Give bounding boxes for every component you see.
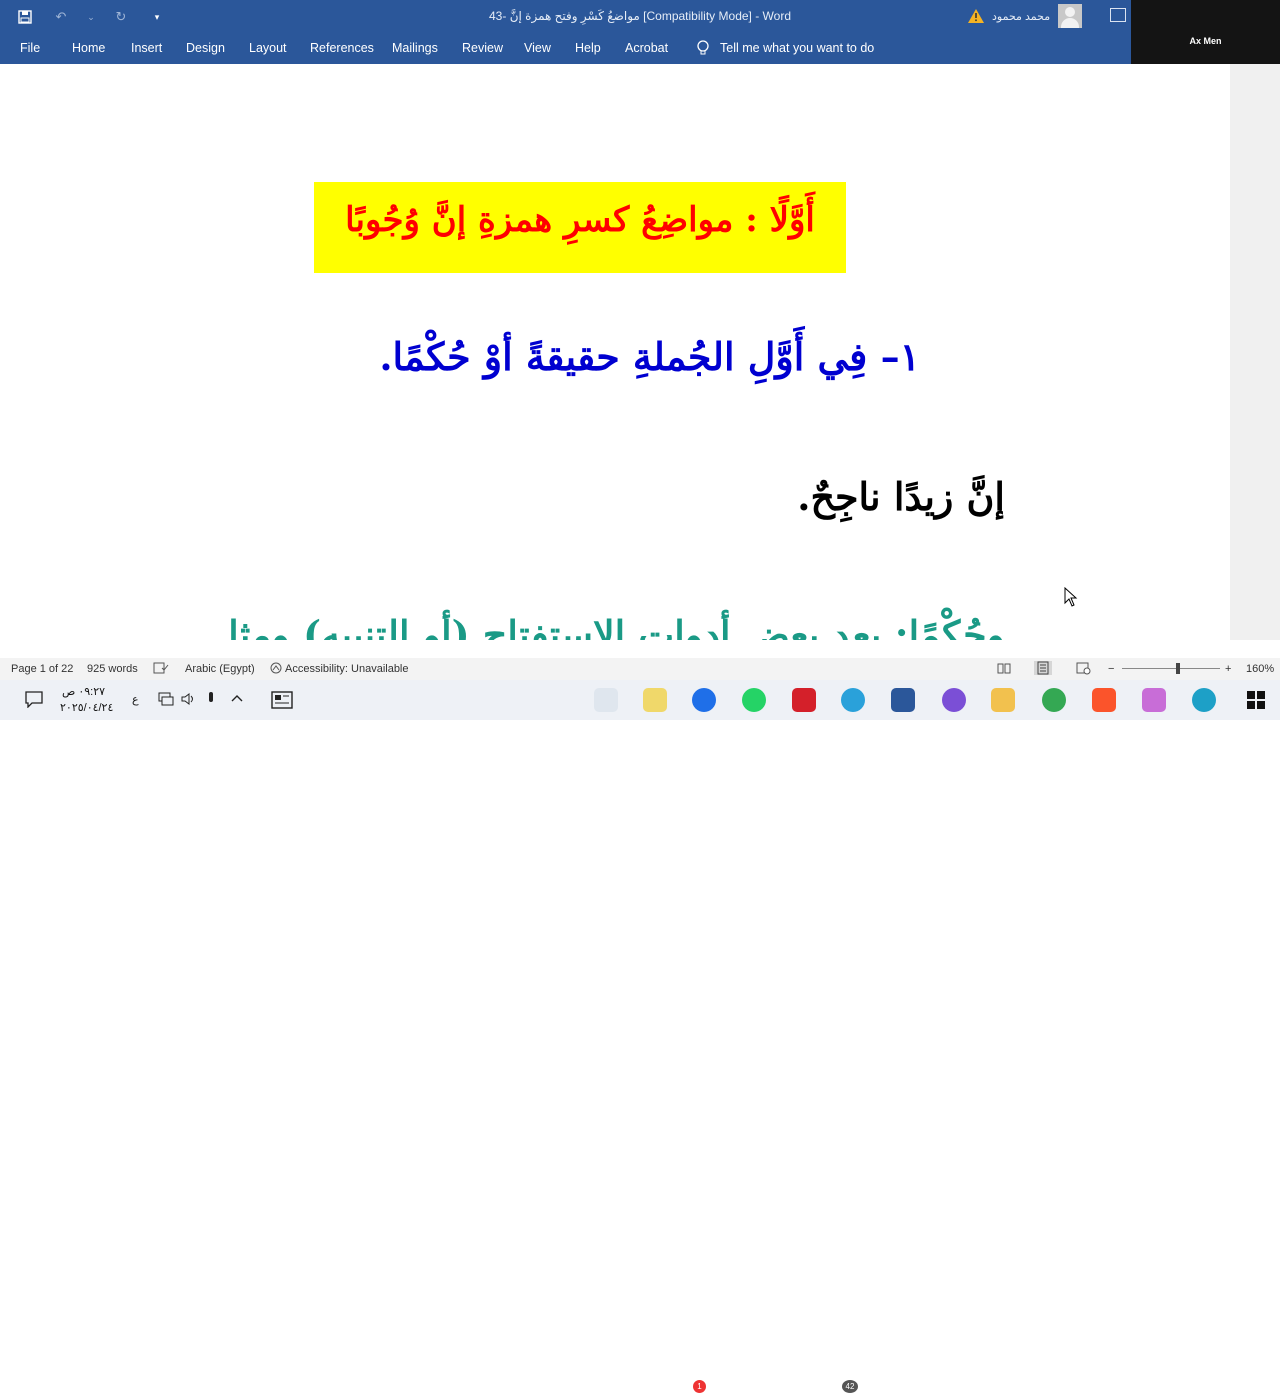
tab-home[interactable]: Home [72, 41, 105, 55]
video-overlay-name: Ax Men [1189, 36, 1222, 46]
user-area[interactable]: محمد محمود [968, 4, 1083, 28]
mouse-cursor-icon [1064, 587, 1078, 607]
tab-layout[interactable]: Layout [249, 41, 287, 55]
clock-time[interactable]: ٠٩:٢٧ ص [62, 685, 105, 698]
volume-icon[interactable] [181, 692, 197, 706]
vertical-scrollbar[interactable] [1230, 64, 1280, 640]
word-count[interactable]: 925 words [87, 663, 138, 675]
mail-app-icon[interactable] [692, 688, 716, 712]
microphone-icon[interactable] [206, 691, 216, 707]
taskbar: ٠٩:٢٧ ص ٢٠٢٥/٠٤/٢٤ ع 1 42 [0, 680, 1280, 1393]
document-page[interactable]: أَوَّلًا : مواضِعُ كسرِ همزةِ إنَّ وُجُو… [0, 64, 1230, 640]
mail-badge: 1 [693, 1380, 706, 1393]
tell-me-label: Tell me what you want to do [720, 41, 875, 55]
zoom-level[interactable]: 160% [1246, 663, 1274, 675]
proofing-icon[interactable] [153, 661, 169, 675]
page-count[interactable]: Page 1 of 22 [11, 663, 73, 675]
word-app-icon[interactable] [891, 688, 915, 712]
avatar[interactable] [1058, 4, 1083, 28]
accessibility-status[interactable]: Accessibility: Unavailable [285, 663, 409, 675]
acrobat-icon[interactable] [792, 688, 816, 712]
telegram-icon[interactable] [841, 688, 865, 712]
input-language[interactable]: ع [132, 693, 139, 706]
lightbulb-icon [697, 40, 709, 55]
status-bar: Page 1 of 22 925 words Arabic (Egypt) Ac… [0, 658, 1280, 680]
read-mode-icon[interactable] [996, 661, 1012, 675]
telegram-badge: 42 [842, 1380, 858, 1393]
tab-view[interactable]: View [524, 41, 551, 55]
document-area: أَوَّلًا : مواضِعُ كسرِ همزةِ إنَّ وُجُو… [0, 64, 1280, 640]
zoom-slider-thumb[interactable] [1176, 663, 1180, 674]
language-indicator[interactable]: Arabic (Egypt) [185, 663, 255, 675]
quick-access-toolbar: ↶ ⌄ ↻ ▾ [14, 6, 168, 28]
tab-references[interactable]: References [310, 41, 374, 55]
notifications-icon[interactable] [24, 690, 44, 708]
doc-line-1: ١– فِي أَوَّلِ الجُملةِ حقيقةً أوْ حُكْم… [379, 334, 920, 379]
zoom-slider[interactable] [1122, 668, 1220, 669]
network-icon[interactable] [158, 692, 174, 706]
chevron-up-icon[interactable] [230, 693, 244, 703]
tab-mailings[interactable]: Mailings [392, 41, 438, 55]
user-name: محمد محمود [992, 10, 1051, 23]
tab-help[interactable]: Help [575, 41, 601, 55]
tab-insert[interactable]: Insert [131, 41, 162, 55]
edge-icon[interactable] [1192, 688, 1216, 712]
doc-line-2: إنَّ زيدًا ناجِحٌ. [797, 474, 1005, 519]
firefox-icon[interactable] [942, 688, 966, 712]
phone-link-icon[interactable] [594, 688, 618, 712]
web-layout-icon[interactable] [1075, 661, 1091, 675]
doc-line-3: وحُكْمًا: بعد بعضِ أدواتِ الاستفتاحِ (أو… [210, 612, 1005, 640]
whatsapp-icon[interactable] [742, 688, 766, 712]
chevron-down-icon[interactable]: ⌄ [86, 6, 96, 28]
zoom-in-button[interactable]: + [1225, 663, 1231, 675]
undo-icon[interactable]: ↶ [50, 6, 72, 28]
zoom-out-button[interactable]: − [1108, 663, 1114, 675]
redo-icon[interactable]: ↻ [110, 6, 132, 28]
copilot-icon[interactable] [1142, 688, 1166, 712]
brave-icon[interactable] [1092, 688, 1116, 712]
chrome-icon[interactable] [1042, 688, 1066, 712]
tell-me-search[interactable]: Tell me what you want to do [696, 40, 874, 56]
windows-start-icon[interactable] [1246, 690, 1266, 710]
tab-file[interactable]: File [20, 41, 40, 55]
clock-date[interactable]: ٢٠٢٥/٠٤/٢٤ [60, 701, 113, 714]
tab-design[interactable]: Design [186, 41, 225, 55]
doc-heading: أَوَّلًا : مواضِعُ كسرِ همزةِ إنَّ وُجُو… [345, 200, 815, 240]
customize-qat-icon[interactable]: ▾ [146, 6, 168, 28]
accessibility-icon [270, 662, 282, 674]
news-widget-icon[interactable] [270, 690, 294, 710]
editor-app-icon[interactable] [643, 688, 667, 712]
warning-icon [968, 9, 984, 23]
title-bar: ↶ ⌄ ↻ ▾ 43- مواضعُ كَسْرِ وفتح همزة إنَّ… [0, 0, 1280, 34]
tab-review[interactable]: Review [462, 41, 503, 55]
print-layout-icon[interactable] [1034, 661, 1052, 675]
tab-acrobat[interactable]: Acrobat [625, 41, 668, 55]
ribbon-display-options-icon[interactable] [1110, 8, 1126, 22]
document-title: 43- مواضعُ كَسْرِ وفتح همزة إنَّ [Compat… [489, 9, 791, 23]
file-explorer-icon[interactable] [991, 688, 1015, 712]
save-icon[interactable] [14, 6, 36, 28]
ribbon-tabs: File Home Insert Design Layout Reference… [0, 34, 1280, 64]
